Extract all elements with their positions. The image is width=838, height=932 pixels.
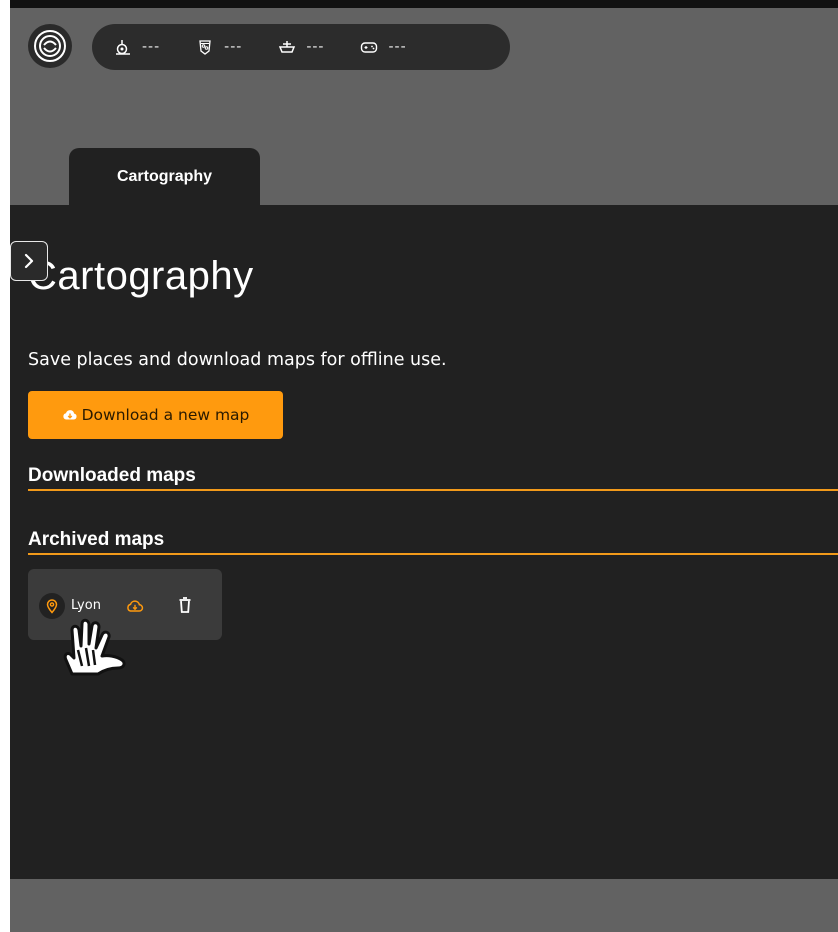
status-gamepad: --- <box>360 38 406 56</box>
status-gamepad-value: --- <box>388 39 407 55</box>
status-map-value: --- <box>224 39 243 55</box>
window-left-border <box>0 0 10 932</box>
chevron-right-icon <box>24 253 34 269</box>
section-archived-maps: Archived maps <box>28 529 838 555</box>
status-boat: --- <box>278 38 324 56</box>
sidebar-toggle-button[interactable] <box>10 241 48 281</box>
page-subtitle: Save places and download maps for offlin… <box>28 350 447 370</box>
app-logo[interactable] <box>28 24 72 68</box>
gps-satellite-icon <box>116 40 130 55</box>
cloud-download-icon <box>62 410 77 420</box>
hand-pointer-cursor-icon <box>63 618 126 676</box>
status-map: --- <box>196 38 242 56</box>
trash-icon[interactable] <box>178 596 192 614</box>
section-downloaded-maps: Downloaded maps <box>28 465 838 491</box>
download-new-map-button[interactable]: Download a new map <box>28 391 283 439</box>
download-new-map-label: Download a new map <box>81 406 250 424</box>
app-window: --- --- --- --- Cartography Cartography … <box>10 8 838 932</box>
status-bar: --- --- --- --- <box>92 24 510 70</box>
status-gps: --- <box>114 38 160 56</box>
status-gps-value: --- <box>142 39 161 55</box>
tab-cartography[interactable]: Cartography <box>69 148 260 205</box>
boat-icon <box>279 41 296 53</box>
app-logo-icon <box>34 30 66 62</box>
page-title: Cartography <box>28 254 254 298</box>
status-boat-value: --- <box>306 39 325 55</box>
gamepad-icon <box>361 42 378 53</box>
map-badge-icon <box>199 40 211 55</box>
window-top-border <box>0 0 838 8</box>
